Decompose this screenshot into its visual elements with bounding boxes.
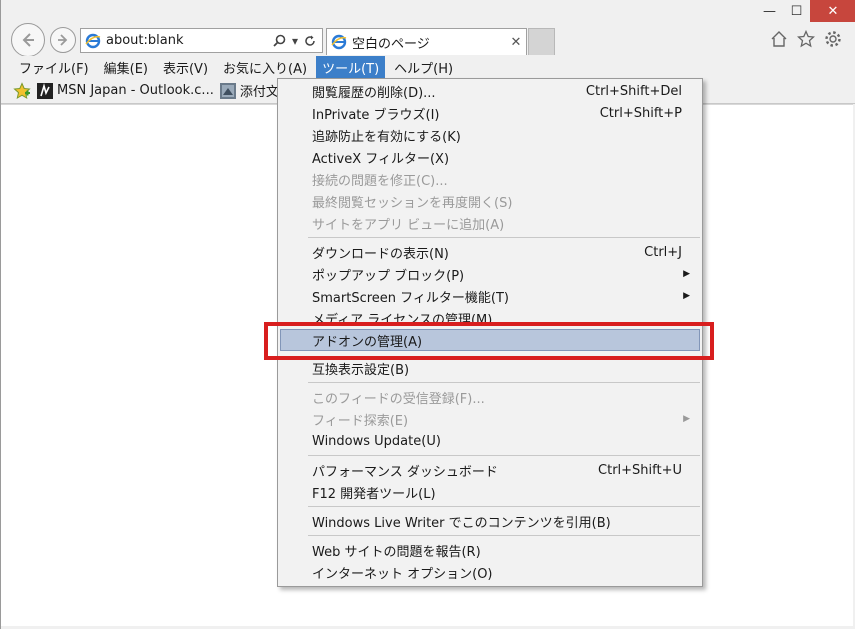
search-icon[interactable] bbox=[273, 34, 286, 47]
annotation-highlight-box bbox=[264, 322, 714, 360]
submenu-arrow-icon: ▶ bbox=[683, 291, 690, 301]
address-bar[interactable]: about:blank ▾ bbox=[80, 28, 323, 53]
address-url[interactable]: about:blank bbox=[106, 33, 273, 48]
shortcut-label: Ctrl+J bbox=[644, 244, 682, 260]
menu-item-smartscreen[interactable]: SmartScreen フィルター機能(T) ▶ bbox=[278, 285, 702, 307]
dropdown-caret-icon[interactable]: ▾ bbox=[292, 34, 298, 48]
tab-title: 空白のページ bbox=[352, 36, 430, 52]
ie-logo-icon bbox=[85, 33, 101, 49]
menu-item-delete-history[interactable]: 閲覧履歴の削除(D)... Ctrl+Shift+Del bbox=[278, 80, 702, 102]
menu-separator bbox=[308, 455, 700, 456]
forward-button[interactable] bbox=[50, 27, 76, 53]
menu-help[interactable]: ヘルプ(H) bbox=[388, 56, 459, 79]
favorite-label: MSN Japan - Outlook.c... bbox=[57, 83, 214, 98]
new-tab-button[interactable] bbox=[528, 28, 555, 55]
menu-item-add-site-apps: サイトをアプリ ビューに追加(A) bbox=[312, 217, 505, 233]
window-controls: — ☐ ✕ bbox=[756, 0, 855, 25]
back-button[interactable] bbox=[11, 23, 45, 57]
menu-item-inprivate[interactable]: InPrivate ブラウズ(I) Ctrl+Shift+P bbox=[278, 102, 702, 124]
forward-arrow-icon bbox=[58, 34, 68, 46]
gear-icon[interactable] bbox=[824, 30, 842, 48]
shortcut-label: Ctrl+Shift+P bbox=[599, 105, 682, 121]
toolbar-icons bbox=[770, 30, 842, 48]
menu-view[interactable]: 表示(V) bbox=[157, 56, 214, 79]
refresh-icon[interactable] bbox=[304, 35, 316, 47]
tab-blank-page[interactable]: 空白のページ ✕ bbox=[326, 28, 527, 55]
menu-item-windows-update[interactable]: Windows Update(U) bbox=[278, 430, 702, 452]
menu-item-f12-devtools[interactable]: F12 開発者ツール(L) bbox=[278, 481, 702, 503]
menu-item-live-writer[interactable]: Windows Live Writer でこのコンテンツを引用(B) bbox=[278, 510, 702, 532]
menu-separator bbox=[308, 382, 700, 383]
menu-item-activex-filter[interactable]: ActiveX フィルター(X) bbox=[278, 146, 702, 168]
submenu-arrow-icon: ▶ bbox=[683, 269, 690, 279]
favorites-star-icon[interactable] bbox=[797, 30, 815, 48]
home-icon[interactable] bbox=[770, 30, 788, 48]
menu-item-internet-options[interactable]: インターネット オプション(O) bbox=[278, 561, 702, 583]
menu-item-tracking-protection[interactable]: 追跡防止を有効にする(K) bbox=[278, 124, 702, 146]
menu-item-fix-connection: 接続の問題を修正(C)... bbox=[312, 173, 448, 189]
document-favicon-icon bbox=[219, 82, 236, 99]
menu-file[interactable]: ファイル(F) bbox=[13, 56, 95, 79]
menu-tools[interactable]: ツール(T) bbox=[316, 55, 386, 79]
menu-separator bbox=[308, 237, 700, 238]
close-tab-icon[interactable]: ✕ bbox=[506, 35, 526, 50]
menu-item-view-downloads[interactable]: ダウンロードの表示(N) Ctrl+J bbox=[278, 241, 702, 263]
menu-item-performance-dashboard[interactable]: パフォーマンス ダッシュボード Ctrl+Shift+U bbox=[278, 459, 702, 481]
menu-item-reopen-session: 最終閲覧セッションを再度開く(S) bbox=[312, 195, 513, 211]
menu-item-report-problem[interactable]: Web サイトの問題を報告(R) bbox=[278, 539, 702, 561]
menu-bar: ファイル(F) 編集(E) 表示(V) お気に入り(A) ツール(T) ヘルプ(… bbox=[1, 55, 855, 79]
close-button[interactable]: ✕ bbox=[810, 0, 855, 22]
menu-item-popup-blocker[interactable]: ポップアップ ブロック(P) ▶ bbox=[278, 263, 702, 285]
title-bar: — ☐ ✕ about:blank ▾ 空白のページ ✕ bbox=[1, 0, 855, 57]
back-arrow-icon bbox=[22, 33, 34, 47]
menu-separator bbox=[308, 535, 700, 536]
menu-edit[interactable]: 編集(E) bbox=[98, 56, 154, 79]
menu-item-compat-view[interactable]: 互換表示設定(B) bbox=[278, 357, 702, 379]
menu-separator bbox=[308, 506, 700, 507]
msn-favicon-icon bbox=[37, 82, 53, 99]
shortcut-label: Ctrl+Shift+Del bbox=[585, 83, 682, 99]
minimize-button[interactable]: — bbox=[756, 0, 783, 22]
shortcut-label: Ctrl+Shift+U bbox=[598, 462, 682, 478]
address-tools: ▾ bbox=[273, 34, 316, 48]
menu-favorites[interactable]: お気に入り(A) bbox=[217, 56, 313, 79]
add-favorites-star-icon[interactable] bbox=[13, 81, 31, 100]
ie-logo-icon bbox=[331, 34, 347, 50]
favorite-msn-outlook[interactable]: MSN Japan - Outlook.c... bbox=[37, 82, 214, 99]
menu-item-subscribe-feed: このフィードの受信登録(F)... bbox=[312, 391, 485, 407]
menu-item-feed-discovery: フィード探索(E) ▶ bbox=[312, 413, 690, 429]
submenu-arrow-icon: ▶ bbox=[683, 414, 690, 424]
maximize-button[interactable]: ☐ bbox=[783, 0, 810, 22]
